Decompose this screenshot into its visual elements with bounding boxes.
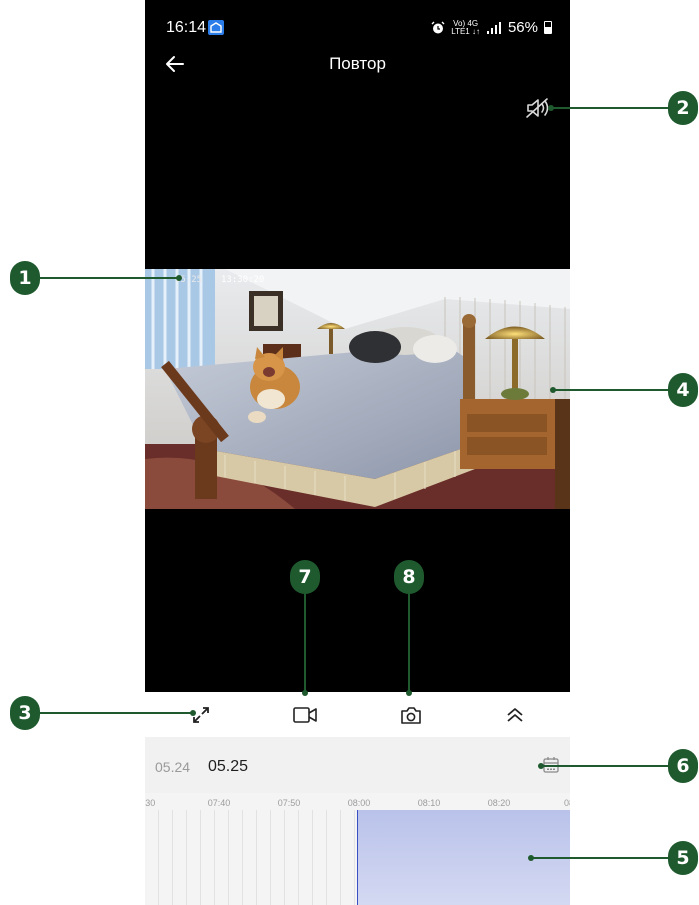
alarm-icon bbox=[431, 21, 445, 33]
record-video-button[interactable] bbox=[292, 702, 318, 728]
callout-7: 7 bbox=[290, 560, 320, 594]
battery-icon bbox=[544, 21, 552, 34]
collapse-panel-button[interactable] bbox=[502, 702, 528, 728]
callout-8-line bbox=[408, 592, 410, 692]
timeline-tick: 07:50 bbox=[277, 798, 301, 808]
timeline-tick: 08:20 bbox=[487, 798, 511, 808]
callout-6: 6 bbox=[668, 749, 698, 783]
date-previous[interactable]: 05.24 bbox=[155, 759, 190, 775]
callout-8: 8 bbox=[394, 560, 424, 594]
status-indicators: Vo) 4G LTE1 ↓↑ 56% bbox=[431, 19, 552, 36]
callout-5-dot bbox=[528, 855, 534, 861]
app-header: Повтор bbox=[145, 50, 570, 84]
callout-4: 4 bbox=[668, 373, 698, 407]
video-camera-icon bbox=[293, 707, 317, 723]
video-frame-image bbox=[145, 269, 570, 509]
callout-6-dot bbox=[538, 763, 544, 769]
timeline-tick: 07:40 bbox=[207, 798, 231, 808]
battery-percent: 56% bbox=[507, 19, 538, 36]
page-title: Повтор bbox=[329, 54, 386, 73]
callout-7-dot bbox=[302, 690, 308, 696]
callout-5: 5 bbox=[668, 841, 698, 875]
callout-5-line bbox=[530, 857, 670, 859]
video-timestamp-time: 13:30:20 bbox=[221, 275, 265, 285]
date-current[interactable]: 05.25 bbox=[208, 758, 248, 776]
timeline-tick: 08 bbox=[563, 798, 570, 808]
status-bar: 16:14 Vo) 4G LTE1 ↓↑ 56% bbox=[145, 0, 570, 50]
callout-8-dot bbox=[406, 690, 412, 696]
camera-video-feed[interactable]: 05-25 13:30:20 bbox=[145, 269, 570, 509]
callout-2-line bbox=[550, 107, 670, 109]
camera-icon bbox=[401, 707, 421, 724]
callout-2-dot bbox=[548, 105, 554, 111]
date-selector-row: 05.24 05.25 bbox=[145, 737, 570, 793]
timeline-tick: 08:10 bbox=[417, 798, 441, 808]
timeline-tick: :30 bbox=[145, 798, 156, 808]
chevron-double-up-icon bbox=[507, 708, 523, 722]
callout-4-line bbox=[552, 389, 670, 391]
callout-1-line bbox=[40, 277, 178, 279]
callout-7-line bbox=[304, 592, 306, 692]
callout-4-dot bbox=[550, 387, 556, 393]
callout-1-dot bbox=[176, 275, 182, 281]
callout-2: 2 bbox=[668, 91, 698, 125]
callout-3: 3 bbox=[10, 696, 40, 730]
callout-6-line bbox=[540, 765, 670, 767]
callout-3-dot bbox=[190, 710, 196, 716]
callout-1: 1 bbox=[10, 261, 40, 295]
callout-3-line bbox=[40, 712, 192, 714]
playback-controls-bar bbox=[145, 692, 570, 737]
network-sub: LTE1 ↓↑ bbox=[451, 26, 480, 36]
snapshot-button[interactable] bbox=[398, 702, 424, 728]
notification-app-icon bbox=[208, 20, 224, 35]
recording-timeline[interactable]: :30 07:40 07:50 08:00 08:10 08:20 08 bbox=[145, 793, 570, 905]
network-indicator: Vo) 4G LTE1 ↓↑ bbox=[451, 19, 480, 36]
timeline-tick: 08:00 bbox=[347, 798, 371, 808]
timeline-playhead[interactable] bbox=[357, 810, 358, 905]
status-time: 16:14 bbox=[166, 19, 207, 36]
phone-screen: 16:14 Vo) 4G LTE1 ↓↑ 56% Повтор 05-25 13… bbox=[145, 0, 570, 905]
signal-icon bbox=[486, 21, 501, 34]
